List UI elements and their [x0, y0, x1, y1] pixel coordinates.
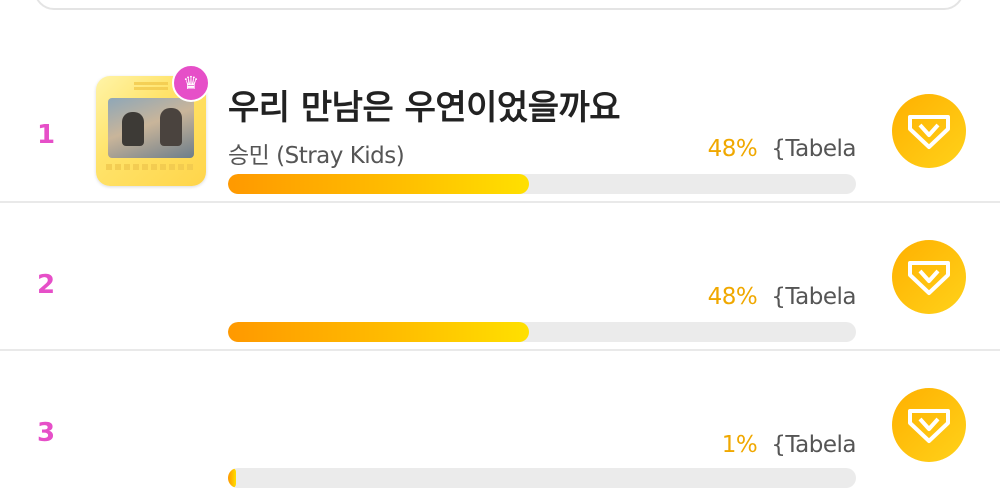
vote-button[interactable] — [892, 240, 966, 314]
crown-icon: ♛ — [172, 64, 210, 102]
row-divider — [0, 349, 1000, 351]
artist-name: 승민 (Stray Kids) — [228, 143, 405, 169]
progress-fill — [228, 468, 236, 488]
vote-heart-icon — [908, 115, 950, 149]
vote-percent: 48% — [707, 136, 758, 162]
vote-share: 1% {Tabela — [721, 432, 857, 458]
vote-heart-icon — [908, 409, 950, 443]
vote-button[interactable] — [892, 94, 966, 168]
tabela-label: {Tabela — [771, 432, 856, 458]
progress-fill — [228, 322, 530, 342]
search-box[interactable] — [34, 0, 964, 10]
tabela-label: {Tabela — [771, 136, 856, 162]
tabela-label: {Tabela — [771, 284, 856, 310]
vote-share: 48% {Tabela — [707, 136, 857, 162]
rank-number: 3 — [36, 418, 56, 448]
row-divider — [0, 201, 1000, 203]
progress-track — [228, 322, 856, 342]
song-title: 우리 만남은 우연이었을까요 — [228, 88, 621, 128]
vote-button[interactable] — [892, 388, 966, 462]
album-cover-photo — [108, 98, 194, 158]
album-cover-text — [134, 82, 168, 92]
progress-fill — [228, 174, 530, 194]
vote-share: 48% {Tabela — [707, 284, 857, 310]
rank-number: 2 — [36, 270, 56, 300]
vote-percent: 1% — [721, 432, 758, 458]
vote-percent: 48% — [707, 284, 758, 310]
progress-track — [228, 174, 856, 194]
rank-number: 1 — [36, 120, 56, 150]
vote-heart-icon — [908, 261, 950, 295]
progress-track — [228, 468, 856, 488]
album-cover-caption — [106, 164, 196, 170]
